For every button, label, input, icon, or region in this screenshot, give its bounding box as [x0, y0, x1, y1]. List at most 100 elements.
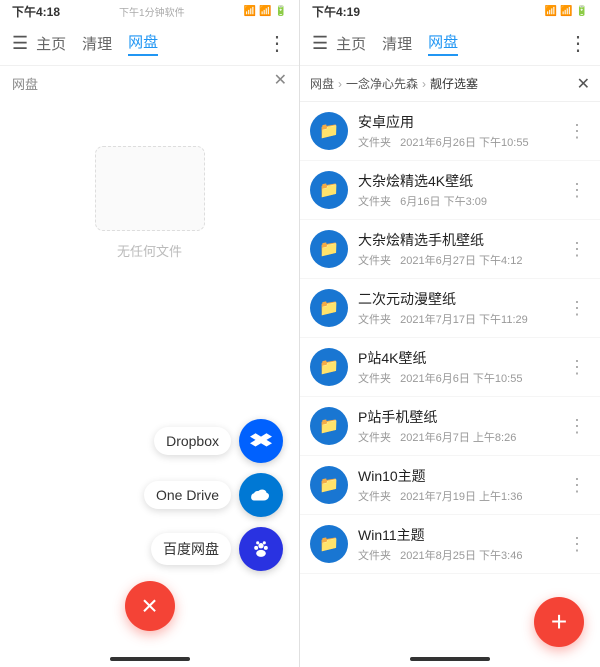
- file-item[interactable]: 📁 大杂烩精选手机壁纸 文件夹 2021年6月27日 下午4:12 ⋮: [300, 220, 600, 279]
- file-item[interactable]: 📁 大杂烩精选4K壁纸 文件夹 6月16日 下午3:09 ⋮: [300, 161, 600, 220]
- baidu-icon: [250, 538, 272, 560]
- file-name: 安卓应用: [358, 112, 564, 132]
- left-nav-home[interactable]: 主页: [36, 33, 66, 54]
- file-info: P站手机壁纸 文件夹 2021年6月7日 上午8:26: [358, 407, 564, 445]
- left-nav-items: 主页 清理 网盘: [36, 31, 267, 56]
- left-nav-cloud[interactable]: 网盘: [128, 31, 158, 56]
- file-name: Win10主题: [358, 466, 564, 486]
- folder-icon: 📁: [310, 112, 348, 150]
- file-info: Win10主题 文件夹 2021年7月19日 上午1:36: [358, 466, 564, 504]
- file-item[interactable]: 📁 P站手机壁纸 文件夹 2021年6月7日 上午8:26 ⋮: [300, 397, 600, 456]
- right-fab-icon: +: [551, 606, 567, 638]
- file-name: P站4K壁纸: [358, 348, 564, 368]
- wifi-icon: 📶: [259, 6, 271, 17]
- file-more-icon[interactable]: ⋮: [564, 294, 590, 323]
- right-fab-button[interactable]: +: [534, 597, 584, 647]
- right-menu-icon[interactable]: ☰: [312, 33, 328, 54]
- left-fab-icon: ×: [141, 590, 157, 622]
- breadcrumb-root[interactable]: 网盘: [310, 75, 334, 92]
- file-meta: 文件夹 2021年8月25日 下午3:46: [358, 547, 564, 563]
- right-nav-clean[interactable]: 清理: [382, 33, 412, 54]
- file-more-icon[interactable]: ⋮: [564, 353, 590, 382]
- file-more-icon[interactable]: ⋮: [564, 117, 590, 146]
- left-time: 下午4:18: [12, 3, 60, 20]
- empty-box: [95, 146, 205, 231]
- folder-icon: 📁: [310, 407, 348, 445]
- file-name: P站手机壁纸: [358, 407, 564, 427]
- file-more-icon[interactable]: ⋮: [564, 176, 590, 205]
- folder-symbol: 📁: [319, 121, 339, 141]
- dropbox-item[interactable]: Dropbox: [154, 419, 283, 463]
- signal-icon: 📶: [244, 6, 256, 17]
- file-item[interactable]: 📁 Win11主题 文件夹 2021年8月25日 下午3:46 ⋮: [300, 515, 600, 574]
- file-name: 大杂烩精选4K壁纸: [358, 171, 564, 191]
- left-nav-clean[interactable]: 清理: [82, 33, 112, 54]
- folder-symbol: 📁: [319, 239, 339, 259]
- folder-icon: 📁: [310, 348, 348, 386]
- baidu-item[interactable]: 百度网盘: [151, 527, 283, 571]
- right-status-icons: 📶 📶 🔋: [545, 6, 588, 17]
- file-meta: 文件夹 6月16日 下午3:09: [358, 193, 564, 209]
- right-panel: 下午4:19 📶 📶 🔋 ☰ 主页 清理 网盘 ⋮ 网盘 › 一念净心先森 › …: [300, 0, 600, 667]
- left-close-icon[interactable]: ✕: [274, 70, 287, 90]
- file-more-icon[interactable]: ⋮: [564, 471, 590, 500]
- right-wifi-icon: 📶: [560, 6, 572, 17]
- right-nav-bar: ☰ 主页 清理 网盘 ⋮: [300, 22, 600, 66]
- onedrive-item[interactable]: One Drive: [144, 473, 283, 517]
- onedrive-label: One Drive: [144, 481, 231, 509]
- file-item[interactable]: 📁 安卓应用 文件夹 2021年6月26日 下午10:55 ⋮: [300, 102, 600, 161]
- left-fab-button[interactable]: ×: [125, 581, 175, 631]
- file-more-icon[interactable]: ⋮: [564, 235, 590, 264]
- right-nav-home[interactable]: 主页: [336, 33, 366, 54]
- left-panel: 下午4:18 下午1分钟软件 📶 📶 🔋 ☰ 主页 清理 网盘 ⋮ 网盘 ✕ 无…: [0, 0, 300, 667]
- dropbox-label: Dropbox: [154, 427, 231, 455]
- breadcrumb-arrow-2: ›: [422, 77, 426, 91]
- folder-symbol: 📁: [319, 534, 339, 554]
- file-item[interactable]: 📁 二次元动漫壁纸 文件夹 2021年7月17日 下午11:29 ⋮: [300, 279, 600, 338]
- right-signal-icon: 📶: [545, 6, 557, 17]
- battery-icon: 🔋: [275, 6, 287, 17]
- dropbox-icon: [250, 430, 272, 452]
- right-nav-cloud[interactable]: 网盘: [428, 31, 458, 56]
- right-nav-more-icon[interactable]: ⋮: [568, 31, 588, 56]
- breadcrumb-current: 靓仔选塞: [430, 75, 478, 92]
- baidu-button[interactable]: [239, 527, 283, 571]
- file-meta: 文件夹 2021年6月27日 下午4:12: [358, 252, 564, 268]
- file-item[interactable]: 📁 Win10主题 文件夹 2021年7月19日 上午1:36 ⋮: [300, 456, 600, 515]
- right-status-bar: 下午4:19 📶 📶 🔋: [300, 0, 600, 22]
- right-indicator-bar: [410, 657, 490, 661]
- baidu-label: 百度网盘: [151, 533, 231, 565]
- file-info: 大杂烩精选手机壁纸 文件夹 2021年6月27日 下午4:12: [358, 230, 564, 268]
- onedrive-button[interactable]: [239, 473, 283, 517]
- file-item[interactable]: 📁 P站4K壁纸 文件夹 2021年6月6日 下午10:55 ⋮: [300, 338, 600, 397]
- file-meta: 文件夹 2021年7月19日 上午1:36: [358, 488, 564, 504]
- breadcrumb-bar: 网盘 › 一念净心先森 › 靓仔选塞 ✕: [300, 66, 600, 102]
- empty-text: 无任何文件: [117, 241, 182, 260]
- left-nav-more-icon[interactable]: ⋮: [267, 31, 287, 56]
- right-battery-icon: 🔋: [576, 6, 588, 17]
- left-menu-icon[interactable]: ☰: [12, 33, 28, 54]
- right-nav-items: 主页 清理 网盘: [336, 31, 568, 56]
- breadcrumb-arrow-1: ›: [338, 77, 342, 91]
- file-info: 大杂烩精选4K壁纸 文件夹 6月16日 下午3:09: [358, 171, 564, 209]
- file-info: P站4K壁纸 文件夹 2021年6月6日 下午10:55: [358, 348, 564, 386]
- left-status-bar: 下午4:18 下午1分钟软件 📶 📶 🔋: [0, 0, 299, 22]
- folder-symbol: 📁: [319, 180, 339, 200]
- file-meta: 文件夹 2021年6月26日 下午10:55: [358, 134, 564, 150]
- file-info: 二次元动漫壁纸 文件夹 2021年7月17日 下午11:29: [358, 289, 564, 327]
- dropbox-button[interactable]: [239, 419, 283, 463]
- left-status-icons: 📶 📶 🔋: [244, 6, 287, 17]
- left-content: 网盘 ✕ 无任何文件 Dropbox One Drive: [0, 66, 299, 651]
- left-status-subtitle: 下午1分钟软件: [119, 4, 185, 19]
- network-drive-label: 网盘: [12, 74, 38, 93]
- file-more-icon[interactable]: ⋮: [564, 530, 590, 559]
- breadcrumb-parent[interactable]: 一念净心先森: [346, 75, 418, 92]
- folder-symbol: 📁: [319, 298, 339, 318]
- breadcrumb-close-icon[interactable]: ✕: [577, 74, 590, 94]
- file-list: 📁 安卓应用 文件夹 2021年6月26日 下午10:55 ⋮ 📁 大杂烩精选4…: [300, 102, 600, 651]
- file-name: Win11主题: [358, 525, 564, 545]
- file-name: 大杂烩精选手机壁纸: [358, 230, 564, 250]
- folder-icon: 📁: [310, 466, 348, 504]
- file-more-icon[interactable]: ⋮: [564, 412, 590, 441]
- left-indicator-bar: [110, 657, 190, 661]
